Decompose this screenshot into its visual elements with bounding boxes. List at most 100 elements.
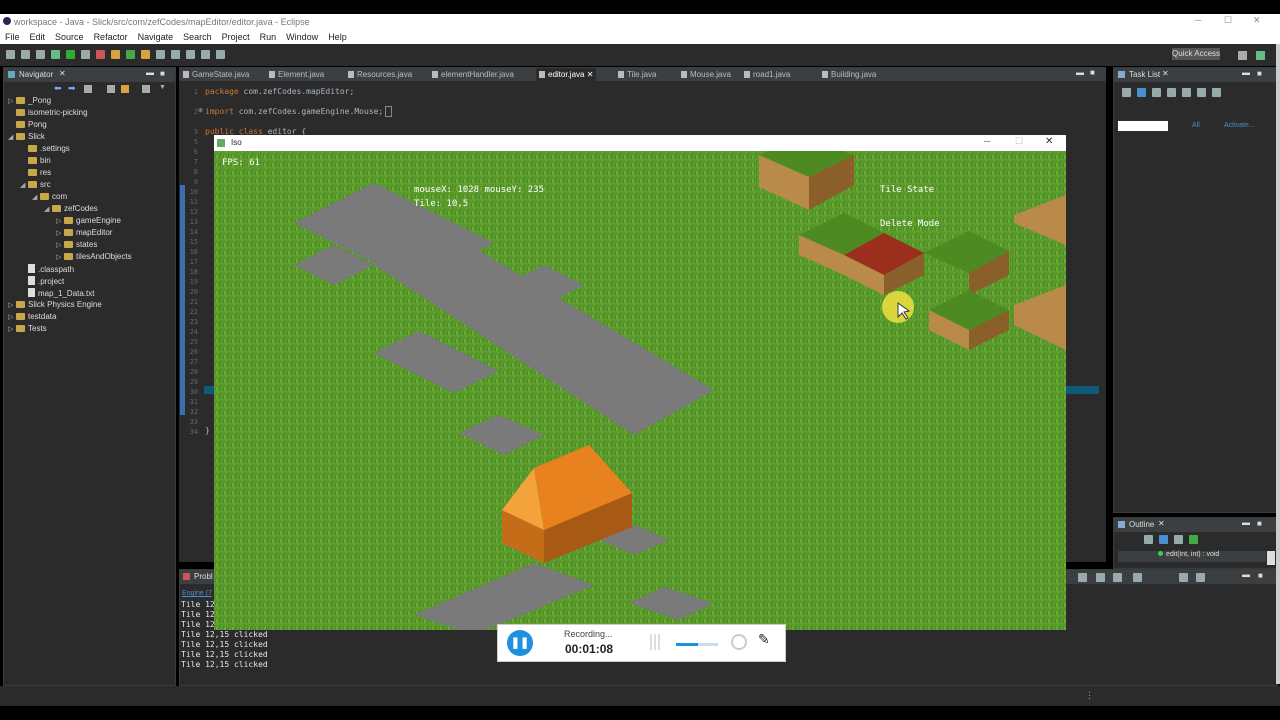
game-minimize-button[interactable]: ─ [984,136,990,146]
minimize-icon[interactable]: ▬ [1242,518,1250,527]
menu-run[interactable]: Run [260,30,277,44]
close-icon[interactable]: ✕ [1158,519,1165,528]
navigator-item[interactable]: ◢ src [20,180,51,189]
code-line-import[interactable]: import com.zefCodes.gameEngine.Mouse; [205,106,393,117]
expanded-arrow-icon[interactable]: ◢ [8,133,16,141]
collapsed-arrow-icon[interactable]: ▷ [56,253,64,261]
game-close-button[interactable]: ✕ [1045,136,1053,147]
collapsed-arrow-icon[interactable]: ▷ [56,217,64,225]
navigator-tab[interactable]: Navigator ✕ ▬ ■ [4,68,175,82]
outline-tab[interactable]: Outline ✕ ▬ ■ [1114,518,1277,532]
navigator-item[interactable]: .project [20,276,64,286]
navigator-item[interactable]: ▷ states [56,240,97,249]
editor-tab[interactable]: road1.java [744,70,790,79]
collapse-all-icon[interactable] [107,85,115,93]
navigator-item[interactable]: .classpath [20,264,74,274]
minimize-window-button[interactable]: ─ [1195,15,1201,25]
close-icon[interactable]: ✕ [59,69,66,78]
console-clear-icon[interactable] [1078,573,1087,582]
navigator-item[interactable]: res [20,168,51,177]
minimize-icon[interactable]: ▬ [1242,570,1250,579]
navigator-item[interactable]: ◢ zefCodes [44,204,98,213]
hide-static-icon[interactable] [1174,535,1183,544]
collapsed-arrow-icon[interactable]: ▷ [8,97,16,105]
close-icon[interactable]: ✕ [1162,69,1169,78]
game-maximize-button[interactable]: ☐ [1015,136,1023,147]
prev-annotation-icon[interactable] [186,50,195,59]
tile-state-button[interactable]: Tile State [880,185,934,195]
editor-tab[interactable]: GameState.java [183,70,249,79]
editor-tab[interactable]: Resources.java [348,70,412,79]
link-editor-icon[interactable] [121,85,129,93]
navigator-item[interactable]: ▷ testdata [8,312,56,321]
open-type-icon[interactable] [141,50,150,59]
delete-mode-button[interactable]: Delete Mode [880,219,940,229]
coverage-icon[interactable] [81,50,90,59]
search-icon[interactable] [156,50,165,59]
maximize-icon[interactable]: ■ [160,69,165,78]
expanded-arrow-icon[interactable]: ◢ [20,181,28,189]
editor-maximize-icon[interactable]: ■ [1090,68,1095,77]
editor-tab[interactable]: Building.java [822,70,876,79]
sort-icon[interactable] [1144,535,1153,544]
view-menu-icon[interactable]: ▼ [159,84,166,91]
navigator-item[interactable]: map_1_Data.txt [20,288,94,298]
code-line-close[interactable]: } [205,426,210,435]
navigator-item[interactable]: ◢ com [32,192,67,201]
collapsed-arrow-icon[interactable]: ▷ [8,313,16,321]
navigator-item[interactable]: ▷ Slick Physics Engine [8,300,102,309]
navigator-item[interactable]: Pong [8,120,47,129]
menu-project[interactable]: Project [222,30,250,44]
task-activate-link[interactable]: Activate... [1224,122,1255,129]
print-icon[interactable] [36,50,45,59]
menu-source[interactable]: Source [55,30,84,44]
forward-icon[interactable]: ➡ [68,83,76,94]
close-window-button[interactable]: ✕ [1253,15,1261,26]
filter-icon[interactable] [142,85,150,93]
external-tools-icon[interactable] [96,50,105,59]
close-icon[interactable]: ✕ [584,70,594,79]
code-line-package[interactable]: package com.zefCodes.mapEditor; [205,87,354,96]
run-icon[interactable] [66,50,75,59]
navigator-item[interactable]: ▷ _Pong [8,96,51,105]
up-icon[interactable] [84,85,92,93]
quick-access-field[interactable]: Quick Access [1172,48,1220,60]
navigator-item[interactable]: ▷ gameEngine [56,216,121,225]
navigator-item[interactable]: bin [20,156,51,165]
game-scene[interactable] [214,135,1066,630]
console-open-icon[interactable] [1133,573,1142,582]
maximize-icon[interactable]: ■ [1257,519,1262,528]
console-line[interactable]: Tile 12,15 clicked [181,660,268,669]
menu-edit[interactable]: Edit [30,30,46,44]
console-line[interactable]: Tile 12,15 clicked [181,650,268,659]
menu-search[interactable]: Search [183,30,212,44]
pen-icon[interactable]: ✎ [758,631,770,648]
hide-nonpublic-icon[interactable] [1189,535,1198,544]
outline-item[interactable]: edit(int, int) : void [1118,551,1266,562]
navigator-item[interactable]: ◢ Slick [8,132,45,141]
next-annotation-icon[interactable] [171,50,180,59]
debug-icon[interactable] [51,50,60,59]
menu-navigate[interactable]: Navigate [138,30,174,44]
status-bar-handle[interactable]: ⋮ [1085,690,1094,701]
editor-tab[interactable]: Mouse.java [681,70,731,79]
pause-button[interactable]: ❚❚ [507,630,533,656]
forward-icon[interactable] [216,50,225,59]
navigator-item[interactable]: ▷ Tests [8,324,47,333]
navigator-item[interactable]: ▷ tilesAndObjects [56,252,132,261]
hide-fields-icon[interactable] [1159,535,1168,544]
minimize-icon[interactable]: ▬ [1242,68,1250,77]
new-task-icon[interactable] [1122,88,1131,97]
menu-file[interactable]: File [5,30,20,44]
console-display-icon[interactable] [1179,573,1188,582]
categorize-icon[interactable] [1137,88,1146,97]
console-line[interactable]: Tile 12,15 clicked [181,630,268,639]
editor-tab[interactable]: elementHandler.java [432,70,514,79]
menu-help[interactable]: Help [328,30,347,44]
editor-minimize-icon[interactable]: ▬ [1076,68,1084,77]
new-package-icon[interactable] [111,50,120,59]
console-scroll-lock-icon[interactable] [1096,573,1105,582]
maximize-icon[interactable]: ■ [1258,571,1263,580]
maximize-window-button[interactable]: ☐ [1224,15,1232,26]
new-class-icon[interactable] [126,50,135,59]
